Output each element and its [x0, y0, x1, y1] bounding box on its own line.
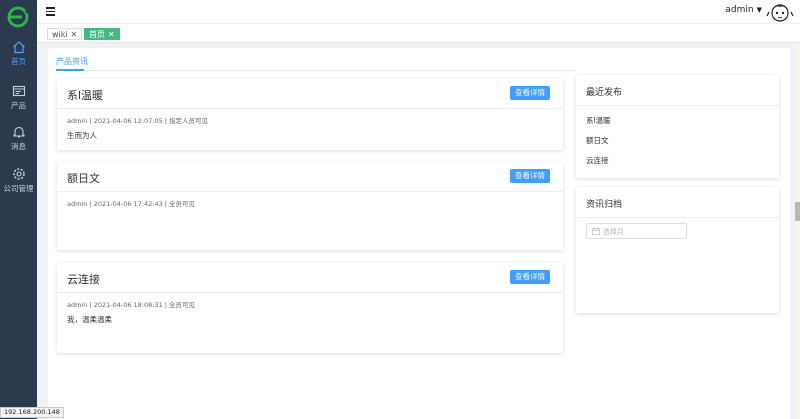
card-body: 我，温柔温柔: [67, 315, 112, 324]
product-icon: [12, 85, 25, 97]
recent-post-link[interactable]: 额日文: [586, 135, 609, 146]
card-header: 资讯归档: [576, 187, 779, 218]
sidebar-item-messages[interactable]: 消息: [0, 125, 37, 163]
caret-down-icon: ▼: [756, 6, 762, 14]
card-header: 云连接 查看详情: [57, 263, 563, 293]
sidebar-item-company[interactable]: 公司管理: [0, 167, 37, 205]
username: admin: [725, 5, 754, 15]
recent-posts-title: 最近发布: [586, 88, 623, 98]
card-meta: admin | 2021-04-06 17:42:43 | 全员可见: [67, 200, 196, 208]
archive-title: 资讯归档: [586, 200, 623, 210]
home-icon: [12, 41, 25, 54]
status-bar-url: 192.168.200.148: [0, 407, 64, 418]
recent-posts-card: 最近发布 系l温暖 额日文 云连接: [576, 75, 779, 178]
card-header: 额日文 查看详情: [57, 162, 563, 192]
main-content: 产品资讯 系l温暖 查看详情 admin | 2021-04-06 12:07:…: [37, 43, 800, 419]
tab-label: 首页: [89, 30, 105, 39]
active-tab-indicator: [56, 69, 84, 71]
sidebar-item-label: 首页: [11, 57, 26, 66]
avatar[interactable]: [766, 0, 794, 24]
sidebar: 首页 产品 消息 公司管理: [0, 0, 37, 419]
view-details-button[interactable]: 查看详情: [510, 169, 550, 183]
card-header: 系l温暖 查看详情: [57, 79, 563, 109]
sidebar-item-home[interactable]: 首页: [0, 40, 37, 78]
tab-home[interactable]: 首页 ✕: [84, 28, 120, 40]
card-header: 最近发布: [576, 75, 779, 106]
card-title: 云连接: [67, 273, 100, 286]
tabs-bar: wiki ✕ 首页 ✕: [37, 25, 800, 43]
page-scrollbar[interactable]: [795, 43, 800, 419]
tab-product-news[interactable]: 产品资讯: [56, 56, 88, 67]
view-details-button[interactable]: 查看详情: [510, 270, 550, 284]
news-card: 系l温暖 查看详情 admin | 2021-04-06 12:07:05 | …: [57, 79, 563, 150]
card-meta: admin | 2021-04-06 12:07:05 | 指定人员可见: [67, 117, 209, 125]
month-picker-input[interactable]: 选择月: [586, 223, 687, 239]
scrollbar-thumb[interactable]: [795, 202, 800, 221]
card-title: 系l温暖: [67, 89, 104, 102]
recent-post-link[interactable]: 系l温暖: [586, 115, 611, 126]
sidebar-item-label: 消息: [11, 142, 26, 151]
card-title: 额日文: [67, 172, 100, 185]
recent-post-link[interactable]: 云连接: [586, 155, 609, 166]
news-card: 云连接 查看详情 admin | 2021-04-06 18:08:31 | 全…: [57, 263, 563, 353]
tab-divider: [56, 70, 575, 71]
card-body: 生而为人: [67, 131, 97, 140]
bell-icon: [12, 126, 25, 138]
tab-wiki[interactable]: wiki ✕: [47, 28, 83, 40]
sidebar-item-label: 产品: [11, 101, 26, 110]
card-meta: admin | 2021-04-06 18:08:31 | 全员可见: [67, 301, 196, 309]
sidebar-item-product[interactable]: 产品: [0, 84, 37, 122]
view-details-button[interactable]: 查看详情: [510, 86, 550, 100]
close-icon[interactable]: ✕: [71, 30, 78, 39]
calendar-icon: [592, 227, 600, 235]
sidebar-item-label: 公司管理: [3, 184, 34, 193]
user-dropdown[interactable]: admin ▼: [725, 5, 762, 15]
hamburger-menu-icon[interactable]: [46, 7, 55, 16]
gear-icon: [12, 168, 25, 180]
news-panel: 产品资讯 系l温暖 查看详情 admin | 2021-04-06 12:07:…: [48, 48, 790, 419]
news-card: 额日文 查看详情 admin | 2021-04-06 17:42:43 | 全…: [57, 162, 563, 250]
top-bar: admin ▼: [37, 0, 800, 24]
month-picker-placeholder: 选择月: [603, 228, 624, 236]
tab-label: wiki: [52, 30, 68, 39]
close-icon[interactable]: ✕: [108, 30, 115, 39]
logo-icon: [7, 6, 29, 28]
archive-card: 资讯归档 选择月: [576, 187, 779, 313]
